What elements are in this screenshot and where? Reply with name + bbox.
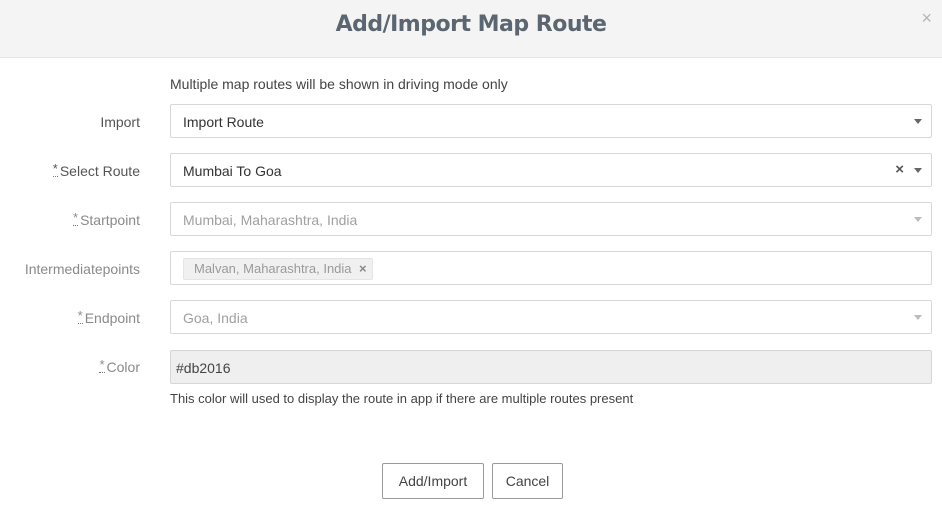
- close-icon[interactable]: ×: [921, 9, 932, 27]
- clear-icon[interactable]: ×: [895, 161, 904, 178]
- remove-tag-icon[interactable]: ×: [359, 259, 367, 279]
- intermediatepoint-tag: Malvan, Maharashtra, India ×: [183, 258, 373, 280]
- startpoint-label: * Startpoint: [73, 210, 140, 228]
- intermediatepoints-multiselect[interactable]: Malvan, Maharashtra, India ×: [170, 251, 932, 285]
- import-select[interactable]: Import Route: [170, 104, 932, 138]
- chevron-down-icon[interactable]: [914, 315, 922, 320]
- cancel-button[interactable]: Cancel: [492, 463, 563, 499]
- required-marker: *: [52, 161, 58, 177]
- import-select-value: Import Route: [183, 114, 264, 130]
- endpoint-select[interactable]: Goa, India: [170, 300, 932, 334]
- import-label: Import: [100, 114, 140, 130]
- required-marker: *: [77, 308, 83, 324]
- endpoint-value: Goa, India: [183, 310, 248, 326]
- startpoint-value: Mumbai, Maharashtra, India: [183, 212, 358, 228]
- startpoint-select[interactable]: Mumbai, Maharashtra, India: [170, 202, 932, 236]
- required-marker: *: [73, 210, 79, 226]
- endpoint-label: * Endpoint: [77, 308, 140, 326]
- add-import-button[interactable]: Add/Import: [382, 463, 484, 499]
- required-marker: *: [99, 357, 105, 373]
- chevron-down-icon[interactable]: [914, 119, 922, 124]
- select-route-label: * Select Route: [52, 161, 140, 179]
- intermediatepoints-label: Intermediatepoints: [24, 261, 140, 277]
- select-route-value: Mumbai To Goa: [183, 163, 282, 179]
- chevron-down-icon[interactable]: [914, 168, 922, 173]
- color-input-value: #db2016: [176, 360, 231, 376]
- color-label: * Color: [99, 357, 140, 375]
- modal-header: Add/Import Map Route ×: [0, 0, 942, 58]
- select-route-select[interactable]: Mumbai To Goa ×: [170, 153, 932, 187]
- modal-title: Add/Import Map Route: [335, 12, 607, 37]
- color-help-text: This color will used to display the rout…: [170, 391, 634, 406]
- chevron-down-icon[interactable]: [914, 217, 922, 222]
- driving-mode-help-text: Multiple map routes will be shown in dri…: [170, 76, 508, 92]
- color-input[interactable]: #db2016: [170, 350, 932, 384]
